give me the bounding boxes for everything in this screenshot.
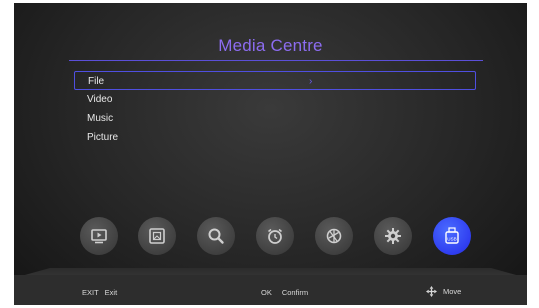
hint-confirm: OK Confirm	[261, 288, 308, 297]
tv-screen: Media Centre File › Video Music Picture	[14, 3, 527, 305]
function-toolbar: USB	[14, 217, 527, 263]
menu-item-label: Picture	[87, 132, 119, 143]
hint-exit: EXIT Exit	[82, 288, 117, 297]
settings-button[interactable]	[374, 217, 412, 255]
move-arrows-icon	[426, 286, 437, 297]
footer-hints: EXIT Exit OK Confirm Move	[14, 275, 527, 305]
media-play-button[interactable]	[80, 217, 118, 255]
media-menu: File › Video Music Picture	[74, 71, 476, 147]
menu-item-file[interactable]: File ›	[74, 71, 476, 90]
page-title: Media Centre	[218, 36, 323, 55]
aperture-icon	[326, 228, 342, 244]
alarm-clock-icon	[268, 228, 282, 244]
settings-gear-icon	[385, 228, 401, 244]
menu-item-music[interactable]: Music	[74, 109, 476, 128]
chevron-right-icon: ›	[309, 76, 313, 87]
ok-key: OK	[261, 288, 272, 297]
media-play-icon	[91, 229, 107, 244]
exit-label: Exit	[104, 288, 118, 297]
usb-icon: USB	[445, 227, 459, 244]
confirm-label: Confirm	[281, 288, 309, 297]
menu-item-video[interactable]: Video	[74, 90, 476, 109]
move-label: Move	[443, 287, 462, 296]
aperture-button[interactable]	[315, 217, 353, 255]
search-button[interactable]	[197, 217, 235, 255]
usb-label: USB	[447, 236, 456, 241]
menu-item-label: File	[88, 76, 105, 87]
picture-button[interactable]	[138, 217, 176, 255]
alarm-button[interactable]	[256, 217, 294, 255]
search-icon	[208, 228, 224, 244]
title-divider	[69, 60, 483, 61]
menu-item-label: Video	[87, 94, 113, 105]
exit-key: EXIT	[82, 288, 99, 297]
menu-item-picture[interactable]: Picture	[74, 128, 476, 147]
hint-move: Move	[426, 286, 461, 297]
menu-item-label: Music	[87, 113, 114, 124]
usb-button[interactable]: USB	[433, 217, 471, 255]
picture-frame-icon	[149, 228, 165, 244]
